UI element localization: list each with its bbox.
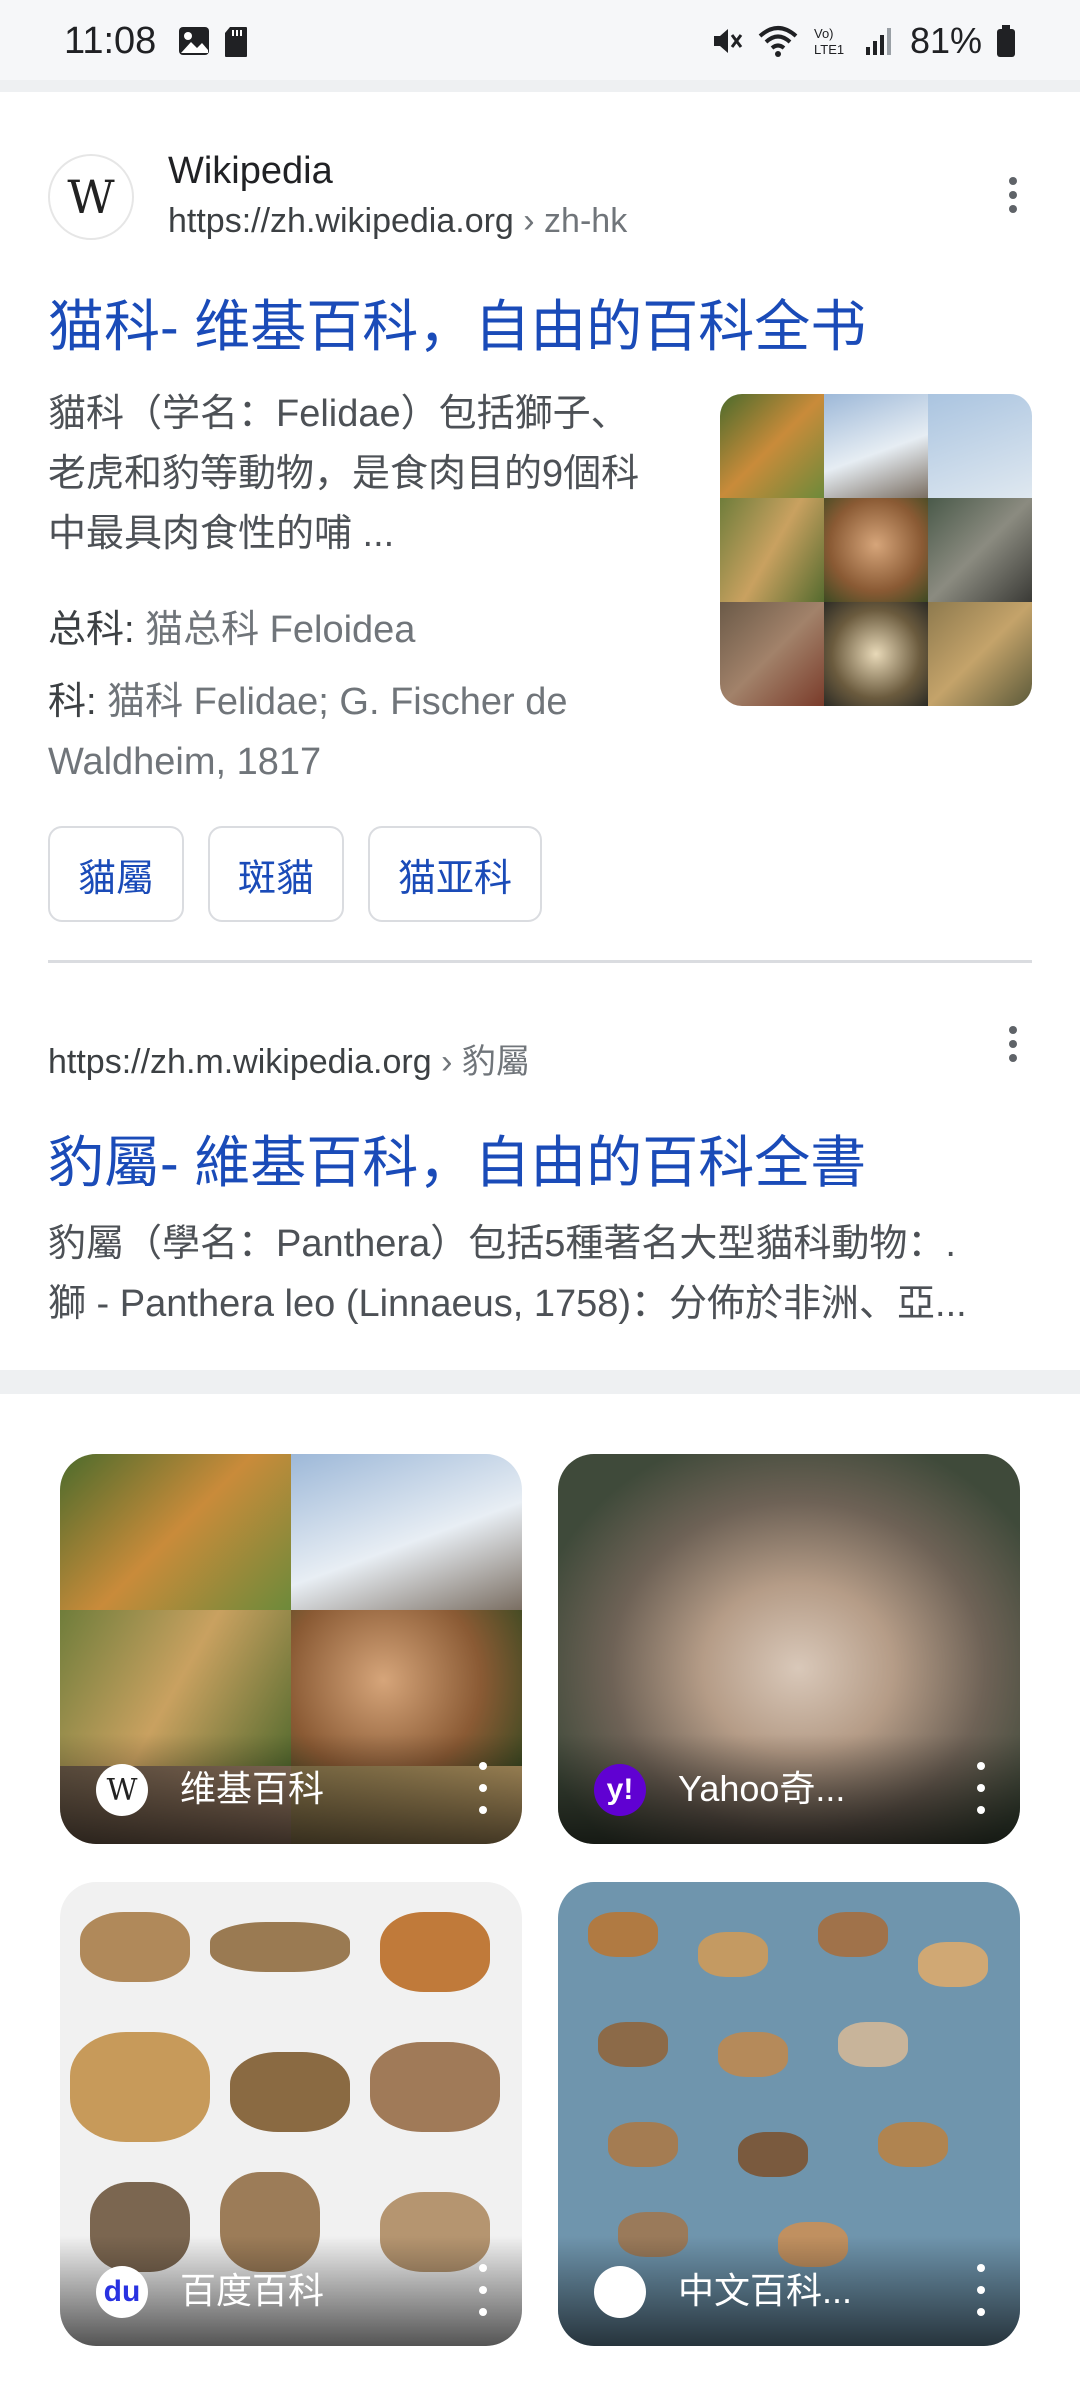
result-1-thumbnail[interactable]	[720, 394, 1032, 706]
result-1-fact-superfamily: 总科: 猫总科 Feloidea	[48, 600, 415, 660]
result-1-snippet-line: 中最具肉食性的哺 ...	[48, 513, 395, 555]
status-notification-icons	[178, 26, 248, 58]
result-1-snippet-line: 老虎和豹等動物，是食肉目的9個科	[48, 453, 640, 495]
result-1-breadcrumb: › zh-hk	[513, 202, 628, 240]
result-1-title-link[interactable]: 猫科- 维基百科，自由的百科全书	[48, 282, 866, 363]
volte-icon: Vo)LTE1	[814, 26, 844, 57]
result-2-breadcrumb: › 豹屬	[431, 1043, 530, 1081]
status-bar-divider	[0, 80, 1080, 92]
mute-icon	[713, 29, 743, 53]
fact-key: 总科:	[48, 609, 135, 651]
baidu-logo-icon: du	[96, 2266, 148, 2318]
result-1-fact-family-cont: Waldheim, 1817	[48, 732, 321, 792]
result-1-url-domain: https://zh.wikipedia.org	[168, 202, 514, 240]
sd-card-icon	[225, 27, 247, 57]
chip-leopard-cat[interactable]: 斑貓	[208, 826, 345, 922]
image-card-more-icon[interactable]	[478, 1762, 488, 1814]
result-1-url: https://zh.wikipedia.org › zh-hk	[168, 202, 627, 241]
result-1-more-options-icon[interactable]	[998, 165, 1028, 225]
image-card-more-icon[interactable]	[478, 2264, 488, 2316]
image-card-more-icon[interactable]	[976, 2264, 986, 2316]
result-separator	[48, 960, 1032, 963]
gallery-icon	[179, 27, 209, 55]
battery-percent: 81%	[909, 20, 982, 61]
image-card-source: 百度百科	[180, 2270, 325, 2311]
image-card-wikipedia[interactable]: W 维基百科	[60, 1454, 522, 1844]
yahoo-logo-icon: y!	[594, 1764, 646, 1816]
image-card-yahoo[interactable]: y! Yahoo奇...	[558, 1454, 1020, 1844]
image-card-source: Yahoo奇...	[678, 1768, 846, 1809]
fact-key: 科:	[48, 681, 97, 723]
image-card-baidu[interactable]: du 百度百科	[60, 1882, 522, 2346]
chip-felinae[interactable]: 猫亚科	[368, 826, 543, 922]
fact-value: 猫总科 Feloidea	[134, 609, 416, 651]
result-2-more-options-icon[interactable]	[998, 1014, 1028, 1074]
fact-value: 猫科 Felidae; G. Fischer de	[96, 681, 568, 723]
result-1-site-name: Wikipedia	[168, 150, 333, 192]
image-card-source: 维基百科	[180, 1768, 325, 1809]
result-1-fact-family: 科: 猫科 Felidae; G. Fischer de	[48, 672, 568, 732]
result-1-related-chips: 貓屬 斑貓 猫亚科	[48, 826, 543, 922]
wikipedia-logo-icon: W	[96, 1764, 148, 1816]
signal-icon	[865, 28, 891, 55]
result-2-snippet-line: 豹屬（學名：Panthera）包括5種著名大型貓科動物：.	[48, 1223, 956, 1265]
wifi-icon	[758, 26, 798, 57]
result-1-snippet-line: 貓科（学名：Felidae）包括獅子、	[48, 393, 629, 435]
chinese-encyclopedia-logo-icon	[594, 2266, 646, 2318]
result-2-url-domain: https://zh.m.wikipedia.org	[48, 1043, 432, 1081]
image-card-more-icon[interactable]	[976, 1762, 986, 1814]
battery-icon	[997, 25, 1015, 57]
svg-text:Vo): Vo)	[814, 26, 834, 41]
result-2-snippet: 豹屬（學名：Panthera）包括5種著名大型貓科動物：. 獅 - Panthe…	[48, 1214, 1032, 1334]
section-divider	[0, 1370, 1080, 1394]
image-card-source: 中文百科...	[678, 2270, 853, 2311]
result-1-snippet: 貓科（学名：Felidae）包括獅子、 老虎和豹等動物，是食肉目的9個科 中最具…	[48, 384, 698, 564]
result-2-title-link[interactable]: 豹屬- 維基百科，自由的百科全書	[48, 1118, 866, 1199]
result-1-source[interactable]: W Wikipedia https://zh.wikipedia.org › z…	[48, 150, 1032, 240]
svg-text:LTE1: LTE1	[814, 42, 844, 57]
fact-value: Waldheim, 1817	[48, 741, 322, 783]
status-bar: 11:08 Vo) LTE1 81%	[0, 0, 1080, 80]
wikipedia-favicon-icon: W	[48, 154, 134, 240]
chip-felis[interactable]: 貓屬	[48, 826, 185, 922]
result-2-url[interactable]: https://zh.m.wikipedia.org › 豹屬	[48, 1034, 530, 1083]
status-system-icons: Vo) LTE1 81%	[710, 20, 1016, 62]
image-card-chinese-encyclopedia[interactable]: 中文百科...	[558, 1882, 1020, 2346]
result-2-snippet-line: 獅 - Panthera leo (Linnaeus, 1758)：分佈於非洲、…	[48, 1283, 967, 1325]
status-time: 11:08	[64, 20, 157, 62]
